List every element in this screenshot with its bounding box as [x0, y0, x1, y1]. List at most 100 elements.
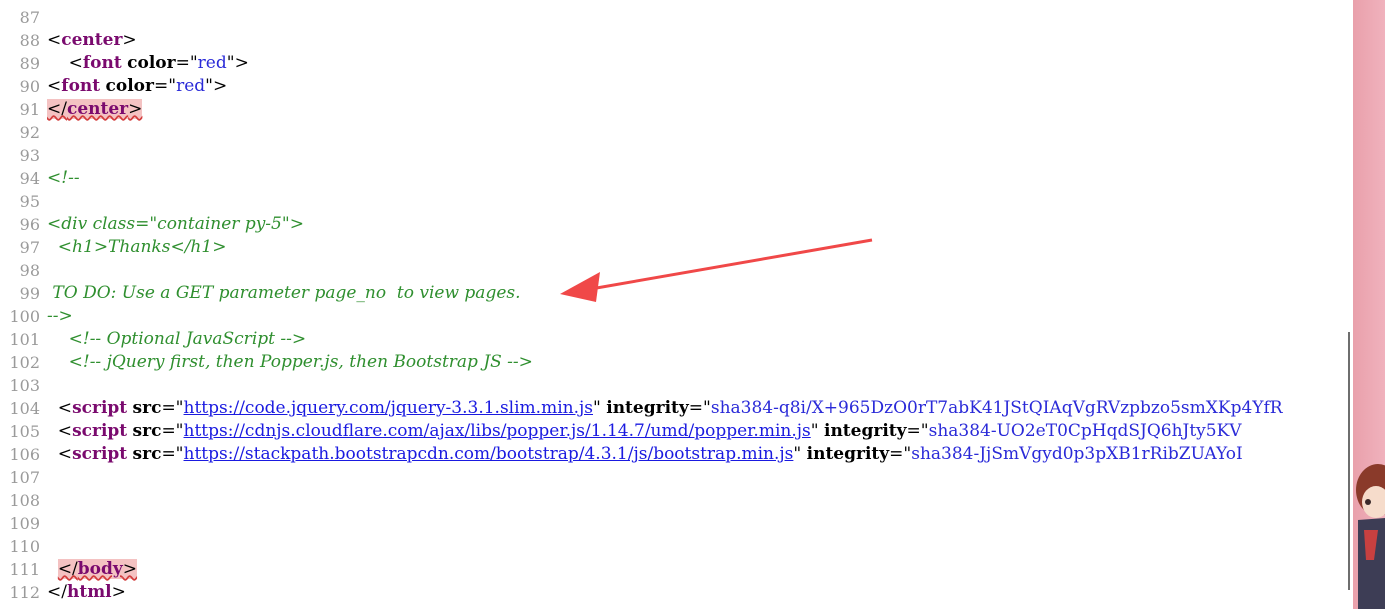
line-number: 105 — [9, 422, 40, 441]
code-line[interactable]: 107 — [0, 466, 1353, 489]
script-url-link[interactable]: https://stackpath.bootstrapcdn.com/boots… — [184, 444, 794, 464]
code-editor[interactable]: 87 88 <center> 89 <font color="red"> 90 <font… — [0, 0, 1353, 609]
line-number: 96 — [19, 215, 40, 234]
attr-name: src — [132, 421, 162, 441]
code-line[interactable]: 96 <div class="container py-5"> — [0, 213, 1353, 236]
line-number: 93 — [19, 146, 40, 165]
line-number: 98 — [19, 261, 40, 280]
todo-comment: TO DO: Use a GET parameter page_no to vi… — [47, 283, 521, 303]
attr-name: integrity — [606, 398, 689, 418]
script-url-link[interactable]: https://cdnjs.cloudflare.com/ajax/libs/p… — [184, 421, 811, 441]
code-line[interactable]: 106 <script src="https://stackpath.boots… — [0, 443, 1353, 466]
code-line[interactable]: 101 <!-- Optional JavaScript --> — [0, 328, 1353, 351]
line-number: 106 — [9, 445, 40, 464]
code-line[interactable]: 100 --> — [0, 305, 1353, 328]
code-line[interactable]: 97 <h1>Thanks</h1> — [0, 236, 1353, 259]
code-line[interactable]: 103 — [0, 374, 1353, 397]
tag-name: script — [72, 421, 128, 441]
code-text: <font color="red"> — [47, 76, 228, 96]
code-line[interactable]: 90 <font color="red"> — [0, 75, 1353, 98]
code-text: </html> — [47, 582, 126, 602]
code-line[interactable]: 109 — [0, 512, 1353, 535]
line-number: 88 — [19, 31, 40, 50]
line-number: 91 — [19, 100, 40, 119]
comment: <!-- jQuery first, then Popper.js, then … — [47, 352, 533, 372]
code-text: <script src="https://stackpath.bootstrap… — [47, 444, 1243, 464]
code-line[interactable]: 98 — [0, 259, 1353, 282]
tag-name: script — [72, 398, 128, 418]
error-tag: </body> — [57, 559, 138, 579]
line-number: 104 — [9, 399, 40, 418]
line-number: 99 — [19, 284, 40, 303]
code-line[interactable]: 108 — [0, 489, 1353, 512]
tag-name: center — [66, 99, 129, 119]
scroll-indicator[interactable] — [1348, 332, 1350, 590]
tag-name: html — [66, 582, 112, 602]
line-number: 109 — [9, 514, 40, 533]
code-line[interactable]: 88 <center> — [0, 29, 1353, 52]
attr-value: red — [176, 76, 206, 96]
code-line[interactable]: 99 TO DO: Use a GET parameter page_no to… — [0, 282, 1353, 305]
attr-name: color — [105, 76, 154, 96]
line-number: 94 — [19, 169, 40, 188]
attr-name: src — [132, 398, 162, 418]
comment: <!-- Optional JavaScript --> — [47, 329, 307, 349]
code-line[interactable]: 91 </center> — [0, 98, 1353, 121]
code-line[interactable]: 95 — [0, 190, 1353, 213]
code-line[interactable]: 87 — [0, 6, 1353, 29]
comment: <!-- — [47, 168, 80, 188]
code-text: <!-- — [47, 167, 80, 190]
line-number: 95 — [19, 192, 40, 211]
code-text: TO DO: Use a GET parameter page_no to vi… — [47, 282, 521, 305]
tag-name: font — [61, 76, 101, 96]
code-text: <div class="container py-5"> — [47, 213, 304, 236]
attr-value: red — [197, 53, 227, 73]
line-number: 90 — [19, 77, 40, 96]
code-line[interactable]: 110 — [0, 535, 1353, 558]
code-text: <script src="https://code.jquery.com/jqu… — [47, 398, 1283, 418]
code-line[interactable]: 102 <!-- jQuery first, then Popper.js, t… — [0, 351, 1353, 374]
line-number: 92 — [19, 123, 40, 142]
code-line[interactable]: 92 — [0, 121, 1353, 144]
code-line[interactable]: 111 </body> — [0, 558, 1353, 581]
bracket: > — [122, 30, 137, 50]
attr-name: color — [127, 53, 176, 73]
line-number: 102 — [9, 353, 40, 372]
code-text: <center> — [47, 29, 137, 52]
script-url-link[interactable]: https://code.jquery.com/jquery-3.3.1.sli… — [184, 398, 593, 418]
line-number: 97 — [19, 238, 40, 257]
comment: <div class="container py-5"> — [47, 214, 304, 234]
code-line[interactable]: 89 <font color="red"> — [0, 52, 1353, 75]
code-text: <!-- Optional JavaScript --> — [47, 328, 307, 351]
line-number: 103 — [9, 376, 40, 395]
attr-name: src — [132, 444, 162, 464]
code-text: </body> — [47, 558, 138, 581]
line-number: 107 — [9, 468, 40, 487]
integrity-hash: sha384-UO2eT0CpHqdSJQ6hJty5KV — [928, 421, 1242, 441]
code-line[interactable]: 104 <script src="https://code.jquery.com… — [0, 397, 1353, 420]
code-line[interactable]: 94 <!-- — [0, 167, 1353, 190]
line-number: 101 — [9, 330, 40, 349]
line-number: 89 — [19, 54, 40, 73]
code-line[interactable]: 105 <script src="https://cdnjs.cloudflar… — [0, 420, 1353, 443]
tag-name: script — [72, 444, 128, 464]
comment: <h1>Thanks</h1> — [47, 237, 227, 257]
line-number: 112 — [9, 583, 40, 602]
tag-name: center — [61, 30, 123, 50]
line-number: 87 — [19, 8, 40, 27]
code-text: <h1>Thanks</h1> — [47, 236, 227, 259]
line-number: 108 — [9, 491, 40, 510]
code-line[interactable]: 112 </html> — [0, 581, 1353, 604]
tag-name: font — [82, 53, 122, 73]
integrity-hash: sha384-q8i/X+965DzO0rT7abK41JStQIAqVgRVz… — [710, 398, 1283, 418]
code-text: --> — [47, 305, 73, 328]
code-line[interactable]: 93 — [0, 144, 1353, 167]
code-text: <font color="red"> — [47, 53, 249, 73]
comment: --> — [47, 306, 73, 326]
mascot-avatar-icon — [1356, 464, 1385, 609]
line-number: 110 — [9, 537, 40, 556]
tag-name: body — [77, 559, 123, 579]
code-text: <script src="https://cdnjs.cloudflare.co… — [47, 421, 1242, 441]
line-number: 100 — [9, 307, 40, 326]
bracket: < — [47, 30, 62, 50]
